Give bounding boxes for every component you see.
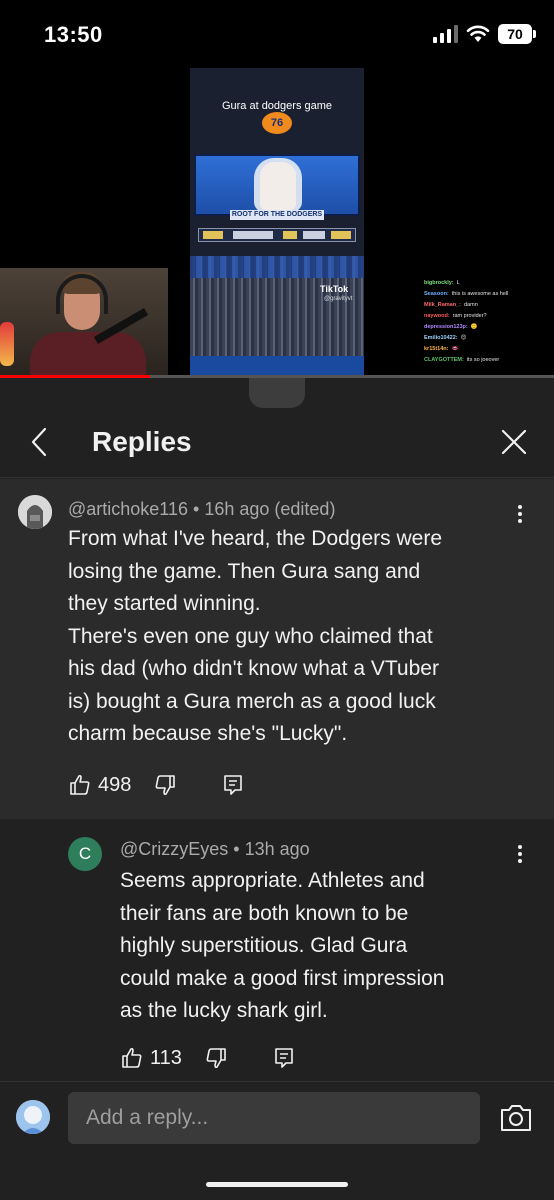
like-icon[interactable] xyxy=(120,1046,144,1070)
stadium-ad-board xyxy=(190,356,364,376)
chat-text: damn xyxy=(464,302,478,308)
reply-author[interactable]: @CrizzyEyes xyxy=(120,839,228,859)
commenter-avatar[interactable] xyxy=(18,495,52,529)
wifi-icon xyxy=(466,25,490,42)
comment-time: 16h ago (edited) xyxy=(204,499,336,519)
comment-line: is) bought a Gura merch as a good luck xyxy=(68,689,436,713)
comment-line: they started winning. xyxy=(68,592,261,615)
chat-username: Milk_Raman_: xyxy=(424,302,461,308)
chat-message: Milk_Raman_: damn xyxy=(424,300,554,311)
comment-line: their fans are both known to be xyxy=(120,901,409,925)
status-time: 13:50 xyxy=(44,22,103,47)
anime-avatar-face xyxy=(260,162,296,210)
comment-line: charm because she's "Lucky". xyxy=(68,722,348,745)
tiktok-clip: Gura at dodgers game 76 ROOT FOR THE DOD… xyxy=(190,68,364,376)
chat-text: this is awesome as hell xyxy=(451,291,509,297)
chat-username: depression123p: xyxy=(424,324,468,330)
chat-text: ram provider? xyxy=(452,313,487,319)
camera-icon xyxy=(501,1105,531,1131)
parent-comment: @artichoke116 • 16h ago (edited) From wh… xyxy=(0,479,554,819)
chat-text: its so joeover xyxy=(466,357,500,363)
meta-separator: • xyxy=(233,839,245,859)
comment-line: as the lucky shark girl. xyxy=(120,999,328,1022)
avatar-letter: C xyxy=(78,844,92,863)
figurine xyxy=(0,322,14,366)
chat-username: bigbrockly: xyxy=(424,280,454,286)
reply-more-button[interactable] xyxy=(510,841,530,867)
reply-meta: @CrizzyEyes • 13h ago xyxy=(120,839,310,860)
reply-icon[interactable] xyxy=(221,773,245,797)
chat-message: Emilio10422: 😊 xyxy=(424,333,554,344)
tiktok-logo: TikTok xyxy=(320,284,349,294)
tiktok-banner: ROOT FOR THE DODGERS xyxy=(230,210,324,220)
battery-icon: 70 xyxy=(498,24,536,44)
back-button[interactable] xyxy=(24,426,56,458)
reply-comment: C @CrizzyEyes • 13h ago Seems appropriat… xyxy=(0,819,554,1081)
comment-author[interactable]: @artichoke116 xyxy=(68,499,188,519)
scoreboard xyxy=(198,228,356,242)
video-player[interactable]: Gura at dodgers game 76 ROOT FOR THE DOD… xyxy=(0,68,554,378)
sheet-title: Replies xyxy=(92,426,192,457)
user-avatar[interactable] xyxy=(16,1100,50,1134)
comment-line: could make a good first impression xyxy=(120,966,445,990)
streamer-body xyxy=(30,332,146,376)
replies-header: Replies xyxy=(0,408,554,478)
camera-button[interactable] xyxy=(496,1102,536,1134)
user-avatar-icon xyxy=(16,1100,50,1134)
chat-username: naywood: xyxy=(424,313,450,319)
like-count: 113 xyxy=(150,1046,182,1069)
close-button[interactable] xyxy=(498,426,530,458)
chat-text: L xyxy=(456,280,460,286)
chat-message: naywood: ram provider? xyxy=(424,311,554,322)
chat-message: CLAYGOTTEM: its so joeover xyxy=(424,355,554,366)
home-indicator xyxy=(206,1182,348,1187)
chat-text: 😊 xyxy=(460,335,467,341)
chat-username: kr15t14n: xyxy=(424,346,449,352)
comment-text: From what I've heard, the Dodgers were lo… xyxy=(68,523,538,751)
sheet-drag-handle[interactable] xyxy=(249,378,305,408)
like-icon[interactable] xyxy=(68,773,92,797)
chat-message: bigbrockly: L xyxy=(424,278,554,289)
meta-separator: • xyxy=(193,499,205,519)
status-bar: 13:50 70 xyxy=(0,0,554,68)
comment-line: his dad (who didn't know what a VTuber xyxy=(68,657,439,680)
comment-line: highly superstitious. Glad Gura xyxy=(120,934,408,957)
chat-username: Emilio10422: xyxy=(424,335,458,341)
streamer-webcam xyxy=(0,268,168,376)
comment-line: From what I've heard, the Dodgers were xyxy=(68,527,443,550)
reply-text: Seems appropriate. Athletes and their fan… xyxy=(120,865,540,1028)
chat-message: depression123p: 🙂 xyxy=(424,322,554,333)
stadium-stands xyxy=(190,256,364,278)
chat-username: Seasoon: xyxy=(424,291,449,297)
comment-actions: 498 xyxy=(68,770,245,800)
like-count: 498 xyxy=(98,773,132,796)
dislike-icon[interactable] xyxy=(153,773,177,797)
reply-icon[interactable] xyxy=(272,1046,296,1070)
avatar-hoodie-icon xyxy=(18,495,52,529)
stream-chat: bigbrockly: L Seasoon: this is awesome as h… xyxy=(424,278,554,366)
dislike-icon[interactable] xyxy=(204,1046,228,1070)
comment-line: There's even one guy who claimed that xyxy=(68,624,433,648)
status-icons: 70 xyxy=(433,22,536,46)
stadium-screen xyxy=(194,154,360,216)
reply-input[interactable]: Add a reply... xyxy=(68,1092,480,1144)
chat-message: kr15t14n: 👄 xyxy=(424,344,554,355)
chat-text: 👄 xyxy=(451,346,459,352)
tiktok-caption: Gura at dodgers game xyxy=(221,100,333,112)
chat-message: Seasoon: this is awesome as hell xyxy=(424,289,554,300)
reply-composer: Add a reply... xyxy=(0,1082,554,1200)
cellular-signal-icon xyxy=(433,25,458,43)
reply-time: 13h ago xyxy=(244,839,310,859)
reply-avatar[interactable]: C xyxy=(68,837,102,871)
close-icon xyxy=(501,429,527,455)
comment-line: Seems appropriate. Athletes and xyxy=(120,869,425,892)
reply-actions: 113 xyxy=(120,1043,296,1073)
chevron-left-icon xyxy=(31,427,47,457)
tiktok-76-badge: 76 xyxy=(262,112,292,134)
tiktok-handle: @gravityvt xyxy=(324,296,353,302)
comment-meta: @artichoke116 • 16h ago (edited) xyxy=(68,499,335,520)
comment-line: losing the game. Then Gura sang and xyxy=(68,559,421,583)
chat-text: 🙂 xyxy=(470,324,478,330)
chat-username: CLAYGOTTEM: xyxy=(424,357,464,363)
